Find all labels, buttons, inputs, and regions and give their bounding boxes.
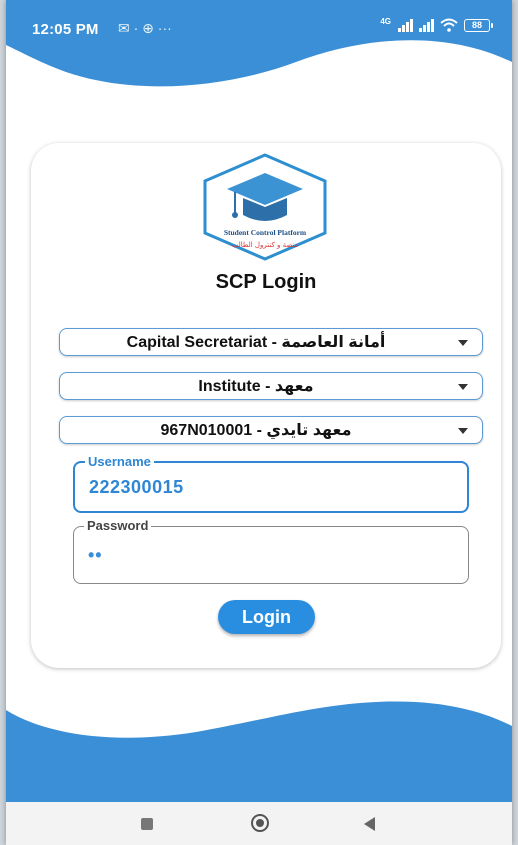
system-nav-bar [6,802,512,845]
wifi-icon [440,18,458,32]
status-time: 12:05 PM [32,21,99,38]
graduation-cap-logo: Student Control Platform منصة و كنترول ا… [203,153,327,261]
type-select-value: Institute - معهد [198,378,314,395]
network-type: 4G [380,17,391,26]
username-value: 222300015 [89,477,184,497]
phone-screen: 12:05 PM ✉ · ⊕ ··· 4G 88 Student Control… [6,0,512,845]
chevron-down-icon [458,384,468,390]
username-field[interactable]: Username 222300015 [73,454,469,513]
password-label: Password [84,518,152,533]
status-bar: 12:05 PM ✉ · ⊕ ··· 4G 88 [6,0,512,44]
password-field[interactable]: Password •• [73,518,469,584]
bottom-wave-decoration [6,701,512,802]
recent-apps-icon[interactable] [141,818,153,830]
type-select[interactable]: Institute - معهد [59,372,483,400]
login-card: Student Control Platform منصة و كنترول ا… [31,143,501,668]
chevron-down-icon [458,340,468,346]
password-value: •• [88,545,103,565]
battery-icon: 88 [464,19,493,32]
status-right-icons: 4G 88 [380,17,493,32]
notification-icons: ✉ · ⊕ ··· [118,20,172,36]
login-button[interactable]: Login [218,600,315,634]
username-label: Username [85,454,154,469]
region-select[interactable]: Capital Secretariat - أمانة العاصمة [59,328,483,356]
signal-icon [398,18,413,32]
logo-text-en: Student Control Platform [224,228,307,237]
region-select-value: Capital Secretariat - أمانة العاصمة [126,334,386,351]
signal-icon-2 [419,18,434,32]
back-icon[interactable] [364,817,375,831]
home-icon[interactable] [251,814,269,832]
page-title: SCP Login [215,271,317,293]
institute-select[interactable]: 967N010001 - معهد تايدي [59,416,483,444]
institute-select-value: 967N010001 - معهد تايدي [160,422,352,439]
logo-text-ar: منصة و كنترول الطالب [232,241,299,249]
chevron-down-icon [458,428,468,434]
